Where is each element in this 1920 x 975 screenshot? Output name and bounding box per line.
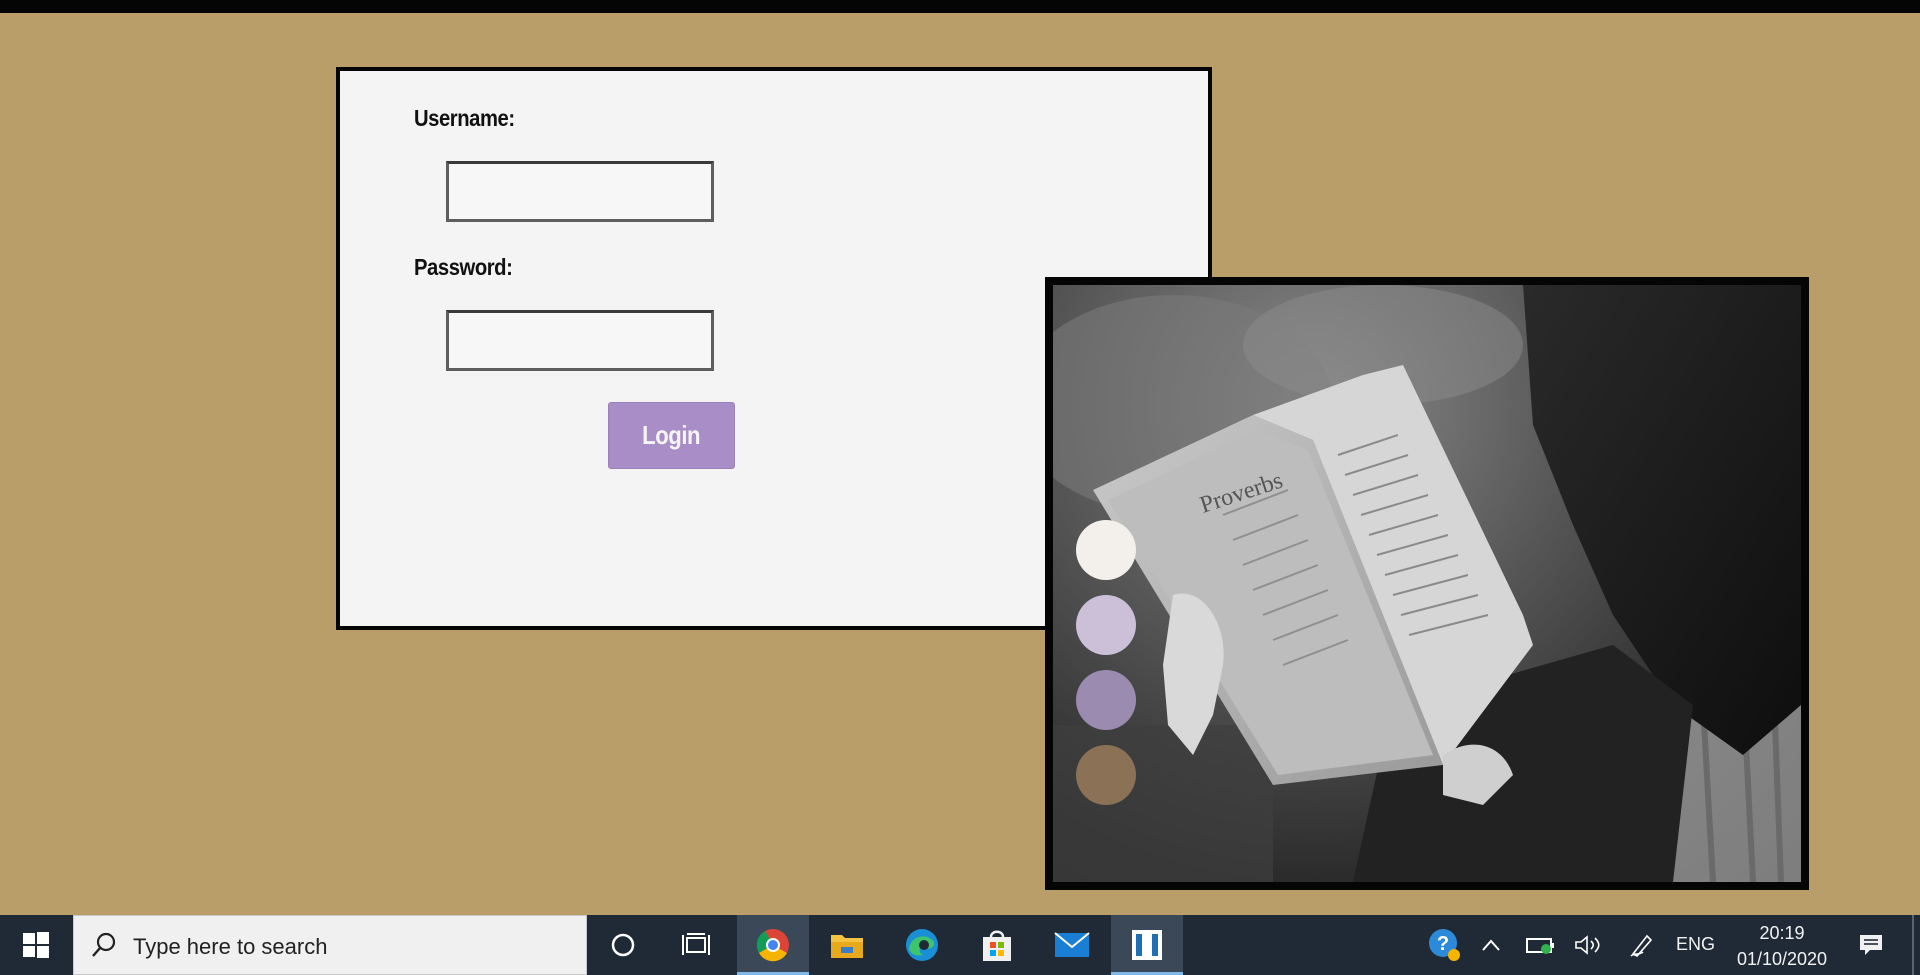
- cortana-button[interactable]: [587, 915, 659, 975]
- app-icon: [1132, 930, 1162, 960]
- volume-tray-button[interactable]: [1570, 915, 1606, 975]
- notifications-button[interactable]: [1849, 915, 1893, 975]
- store-icon: [983, 930, 1011, 961]
- clock-time: 20:19: [1759, 923, 1805, 943]
- clock-date: 01/10/2020: [1736, 949, 1828, 969]
- login-button-label: Login: [642, 420, 701, 450]
- start-button[interactable]: [0, 915, 72, 975]
- cortana-icon: [611, 933, 635, 957]
- show-desktop-button[interactable]: [1912, 915, 1914, 975]
- password-label: Password:: [414, 254, 513, 280]
- task-view-button[interactable]: [660, 915, 732, 975]
- search-icon: [92, 932, 116, 957]
- chrome-button[interactable]: [737, 915, 809, 975]
- app-button[interactable]: [1111, 915, 1183, 975]
- login-button[interactable]: Login: [608, 402, 735, 469]
- taskbar-search-box[interactable]: Type here to search: [73, 915, 587, 975]
- file-explorer-icon: [831, 935, 863, 958]
- color-swatch-1: [1076, 520, 1136, 580]
- mail-button[interactable]: [1036, 915, 1108, 975]
- color-swatch-4: [1076, 745, 1136, 805]
- chrome-icon: [756, 929, 789, 962]
- edge-button[interactable]: [886, 915, 958, 975]
- battery-icon: [1526, 938, 1554, 954]
- notification-icon: [1860, 935, 1882, 955]
- language-indicator[interactable]: ENG: [1676, 934, 1715, 955]
- username-input[interactable]: [446, 161, 714, 222]
- battery-tray-button[interactable]: [1523, 915, 1559, 975]
- chevron-up-icon: [1482, 939, 1500, 951]
- edge-icon: [906, 929, 938, 961]
- password-input[interactable]: [446, 310, 714, 371]
- clock[interactable]: 20:19 01/10/2020: [1722, 920, 1842, 972]
- reading-illustration: Proverbs: [1053, 285, 1801, 882]
- help-tray-button[interactable]: ?: [1425, 915, 1465, 975]
- windows-start-icon: [23, 932, 49, 958]
- store-button[interactable]: [961, 915, 1033, 975]
- username-label: Username:: [414, 105, 515, 131]
- svg-text:?: ?: [1437, 933, 1449, 955]
- pen-tray-button[interactable]: [1624, 915, 1660, 975]
- help-icon: ?: [1429, 929, 1460, 961]
- color-swatch-3: [1076, 670, 1136, 730]
- show-hidden-icons-button[interactable]: [1476, 915, 1506, 975]
- reading-photo: Proverbs: [1053, 285, 1801, 882]
- speaker-icon: [1575, 935, 1600, 955]
- mail-icon: [1054, 932, 1090, 957]
- file-explorer-button[interactable]: [811, 915, 883, 975]
- search-placeholder: Type here to search: [133, 934, 328, 959]
- pen-icon: [1630, 934, 1653, 957]
- color-swatch-2: [1076, 595, 1136, 655]
- taskbar: Type here to search ? ENG 20:19 01/10/20…: [0, 915, 1920, 975]
- task-view-icon: [682, 933, 710, 955]
- photo-frame: Proverbs: [1045, 277, 1809, 890]
- top-bar: [0, 0, 1920, 13]
